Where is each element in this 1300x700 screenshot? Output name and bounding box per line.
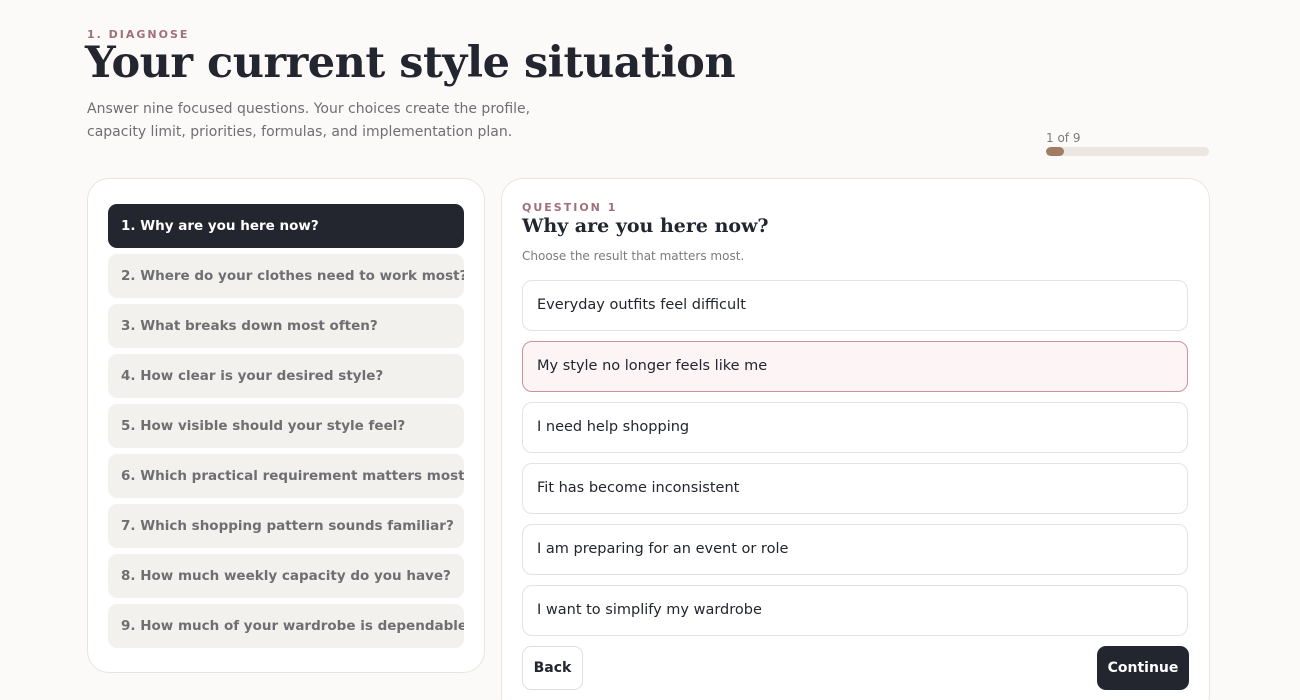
- question-help: Choose the result that matters most.: [522, 249, 745, 263]
- sidebar-question-item[interactable]: 4. How clear is your desired style?: [108, 354, 464, 398]
- intro-text: Answer nine focused questions. Your choi…: [87, 101, 531, 140]
- question-title: Why are you here now?: [522, 215, 769, 237]
- sidebar-question-item[interactable]: 2. Where do your clothes need to work mo…: [108, 254, 464, 298]
- question-eyebrow: QUESTION 1: [522, 201, 618, 214]
- progress-fill: [1046, 147, 1065, 156]
- question-list: 1. Why are you here now? 2. Where do your…: [87, 178, 485, 673]
- sidebar-question-item[interactable]: 6. Which practical requirement matters m…: [108, 454, 464, 498]
- answer-option[interactable]: I want to simplify my wardrobe: [522, 585, 1188, 636]
- answer-options: Everyday outfits feel difficult My style …: [522, 280, 1189, 636]
- sidebar-question-item[interactable]: 8. How much weekly capacity do you have?: [108, 554, 464, 598]
- answer-option[interactable]: Fit has become inconsistent: [522, 463, 1188, 514]
- sidebar-question-item[interactable]: 5. How visible should your style feel?: [108, 404, 464, 448]
- answer-option[interactable]: My style no longer feels like me: [522, 341, 1188, 392]
- progress-bar: [1046, 147, 1209, 156]
- sidebar-question-item[interactable]: 7. Which shopping pattern sounds familia…: [108, 504, 464, 548]
- continue-button[interactable]: Continue: [1097, 646, 1189, 690]
- sidebar-question-item[interactable]: 9. How much of your wardrobe is dependab…: [108, 604, 464, 648]
- question-panel: QUESTION 1 Why are you here now? Choose …: [501, 178, 1210, 700]
- page-title: Your current style situation: [85, 38, 736, 88]
- back-button[interactable]: Back: [522, 646, 583, 690]
- question-actions: Back Continue: [522, 646, 1189, 690]
- sidebar-question-item[interactable]: 3. What breaks down most often?: [108, 304, 464, 348]
- answer-option[interactable]: Everyday outfits feel difficult: [522, 280, 1188, 331]
- answer-option[interactable]: I need help shopping: [522, 402, 1188, 453]
- answer-option[interactable]: I am preparing for an event or role: [522, 524, 1188, 575]
- sidebar-question-item[interactable]: 1. Why are you here now?: [108, 204, 464, 248]
- progress-label: 1 of 9: [1046, 131, 1081, 145]
